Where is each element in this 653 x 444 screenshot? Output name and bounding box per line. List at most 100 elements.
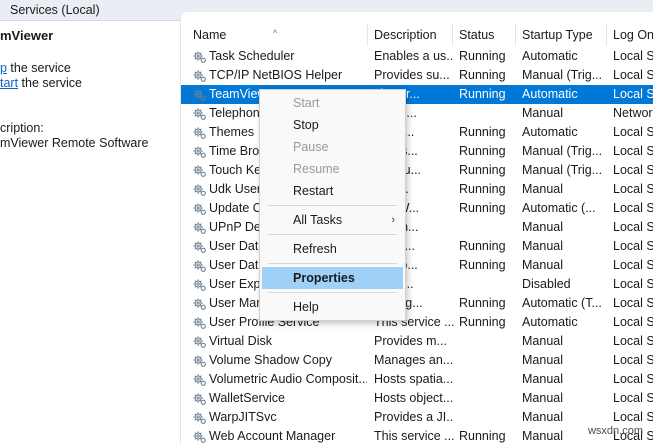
selected-service-name: mViewer (0, 28, 54, 43)
service-startup-type-cell: Automatic (522, 315, 578, 329)
table-row[interactable]: TeamViewerviewer...RunningAutomaticLocal… (181, 85, 653, 104)
service-startup-type-cell: Manual (Trig... (522, 144, 603, 158)
table-row[interactable]: User Data Storagees sto...RunningManualL… (181, 256, 653, 275)
column-header-status[interactable]: Status (453, 24, 516, 46)
service-log-on-cell: Local Sy (613, 49, 653, 63)
table-row[interactable]: Virtual Disk Provides m... Manual Local Sy (181, 332, 653, 351)
column-header-log-on[interactable]: Log On (607, 24, 653, 46)
service-log-on-cell: Local Sy (613, 163, 653, 177)
service-gear-icon (192, 163, 207, 178)
service-name-cell: Web Account Manager (209, 429, 336, 443)
service-startup-type-cell: Manual (522, 353, 563, 367)
restart-service-link[interactable]: tart (0, 76, 18, 90)
service-log-on-cell: Local Sy (613, 315, 653, 329)
service-log-on-cell: Local Sy (613, 182, 653, 196)
table-row[interactable]: Themeses us...RunningAutomaticLocal Sy (181, 123, 653, 142)
table-row[interactable]: Time Brokerinates...RunningManual (Trig.… (181, 142, 653, 161)
services-list-pane: ^ Name Description Status Startup Type L… (180, 12, 653, 444)
service-log-on-cell: Local Sy (613, 201, 653, 215)
table-row[interactable]: Telephonyes Tel...ManualNetwor (181, 104, 653, 123)
column-header-description[interactable]: Description (368, 24, 453, 46)
service-gear-icon (192, 49, 207, 64)
service-startup-type-cell: Automatic (522, 49, 578, 63)
menu-item-stop[interactable]: Stop (260, 114, 405, 136)
service-startup-type-cell: Automatic (... (522, 201, 596, 215)
service-startup-type-cell: Manual (522, 106, 563, 120)
table-row[interactable]: WalletService Hosts object... Manual Local … (181, 389, 653, 408)
menu-item-refresh[interactable]: Refresh (260, 238, 405, 260)
menu-item-help[interactable]: Help (260, 296, 405, 318)
service-status-cell (459, 408, 519, 427)
service-log-on-cell: Local Sy (613, 277, 653, 291)
service-status-cell (459, 370, 519, 389)
service-startup-type-cell: Manual (522, 372, 563, 386)
table-row[interactable]: Touch Keyboardes Tou...RunningManual (Tr… (181, 161, 653, 180)
service-log-on-cell: Local Sy (613, 296, 653, 310)
column-header-startup-type[interactable]: Startup Type (516, 24, 607, 46)
description-label: cription: (0, 121, 44, 135)
service-gear-icon (192, 315, 207, 330)
service-log-on-cell: Local Se (613, 68, 653, 82)
service-name-cell: Volume Shadow Copy (209, 353, 332, 367)
context-menu: Start Stop Pause Resume Restart All Task… (259, 89, 406, 321)
restart-service-line: tart the service (0, 76, 82, 90)
service-gear-icon (192, 258, 207, 273)
service-status-cell: Running (459, 163, 506, 177)
table-row[interactable]: Volume Shadow Copy Manages an... Manual Loc… (181, 351, 653, 370)
service-status-cell: Running (459, 182, 506, 196)
column-header-name[interactable]: Name (187, 24, 368, 46)
menu-item-resume: Resume (293, 162, 340, 176)
service-startup-type-cell: Automatic (522, 125, 578, 139)
table-row[interactable]: User ManagerManag...RunningAutomatic (T.… (181, 294, 653, 313)
service-log-on-cell: Local Se (613, 220, 653, 234)
service-status-cell: Running (459, 296, 506, 310)
stop-service-line: p the service (0, 61, 71, 75)
service-startup-type-cell: Manual (Trig... (522, 163, 603, 177)
service-gear-icon (192, 125, 207, 140)
service-gear-icon (192, 87, 207, 102)
description-value: mViewer Remote Software (0, 136, 149, 150)
service-gear-icon (192, 68, 207, 83)
service-status-cell (459, 104, 519, 123)
service-log-on-cell: Local Se (613, 372, 653, 386)
restart-service-text: the service (18, 76, 82, 90)
service-description-cell: Provides m... (374, 334, 447, 348)
service-gear-icon (192, 429, 207, 444)
service-status-cell (459, 351, 519, 370)
table-row[interactable]: Web Account Manager This service ... Runni… (181, 427, 653, 444)
menu-item-restart[interactable]: Restart (260, 180, 405, 202)
service-gear-icon (192, 372, 207, 387)
table-row[interactable]: Update Orchestratorges W...RunningAutoma… (181, 199, 653, 218)
table-row[interactable]: Udk Useromp...RunningManualLocal Sy (181, 180, 653, 199)
service-status-cell: Running (459, 144, 506, 158)
service-status-cell: Running (459, 49, 506, 63)
table-row[interactable]: Task Scheduler Enables a us... Running Auto… (181, 47, 653, 66)
table-row[interactable]: User Profile Service This service ... Runn… (181, 313, 653, 332)
service-status-cell: Running (459, 429, 506, 443)
table-row[interactable]: Volumetric Audio Composit... Hosts spatia… (181, 370, 653, 389)
service-log-on-cell: Local Sy (613, 125, 653, 139)
menu-separator (268, 234, 397, 235)
table-row[interactable]: User Experiencert for ...DisabledLocal S… (181, 275, 653, 294)
table-row[interactable]: UPnP Device Hosts UPn...ManualLocal Se (181, 218, 653, 237)
stop-service-link[interactable]: p (0, 61, 7, 75)
service-startup-type-cell: Manual (522, 391, 563, 405)
service-status-cell: Running (459, 201, 506, 215)
service-status-cell (459, 218, 519, 237)
table-row[interactable]: TCP/IP NetBIOS Helper Provides su... Runni… (181, 66, 653, 85)
menu-item-properties[interactable]: Properties (262, 267, 403, 289)
service-log-on-cell: Local Sy (613, 239, 653, 253)
table-row[interactable]: WarpJITSvcProvides a JI...ManualLocal Se (181, 408, 653, 427)
table-row[interactable]: User Data Accesses ap...RunningManualLoc… (181, 237, 653, 256)
service-startup-type-cell: Disabled (522, 277, 571, 291)
service-startup-type-cell: Manual (522, 258, 563, 272)
menu-item-all-tasks[interactable]: All Tasks › (260, 209, 405, 231)
service-gear-icon (192, 410, 207, 425)
service-name-cell: TCP/IP NetBIOS Helper (209, 68, 343, 82)
service-gear-icon (192, 277, 207, 292)
menu-separator (268, 263, 397, 264)
service-log-on-cell: Networ (613, 106, 653, 120)
submenu-chevron-right-icon: › (391, 214, 395, 226)
service-gear-icon (192, 296, 207, 311)
column-header-row: ^ Name Description Status Startup Type L… (181, 24, 653, 46)
